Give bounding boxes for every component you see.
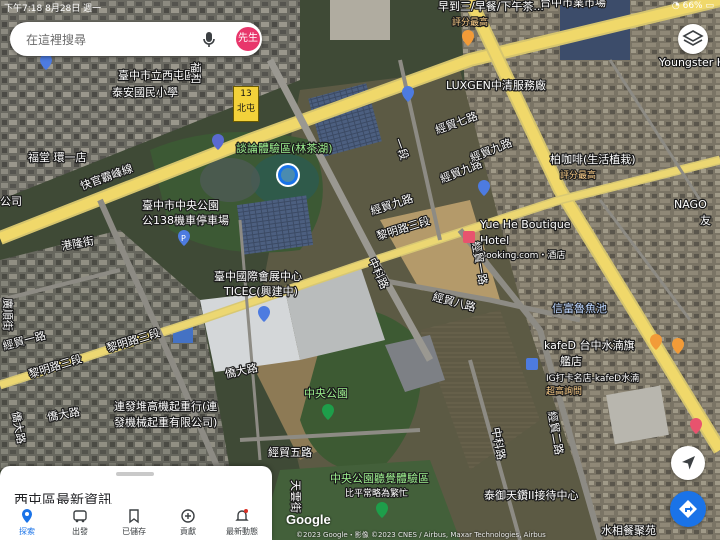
tab-saved[interactable]: 已儲存 bbox=[109, 508, 159, 537]
park-lake-pin[interactable] bbox=[276, 163, 300, 187]
label-luxgen[interactable]: LUXGEN中清服務廠 bbox=[445, 77, 547, 93]
label-company: 公司 bbox=[0, 195, 22, 208]
bell-icon bbox=[235, 509, 249, 521]
label-park-lake[interactable]: 談論體驗區(林茶湖) bbox=[235, 140, 334, 156]
tab-explore[interactable]: 探索 bbox=[2, 508, 52, 537]
add-circle-icon bbox=[181, 509, 195, 523]
tab-contribute-label: 貢獻 bbox=[180, 527, 196, 536]
label-district-office: 臺中市立西屯區 bbox=[118, 68, 195, 82]
tab-commute-label: 出發 bbox=[72, 527, 88, 536]
layers-icon bbox=[682, 30, 704, 46]
label-jingmao-5: 經貿五路 bbox=[268, 445, 312, 459]
label-nago-2: 友 bbox=[700, 213, 711, 227]
label-concert[interactable]: 中央公園聽覺體驗區 bbox=[329, 470, 430, 486]
avatar[interactable]: 先生 bbox=[236, 27, 260, 51]
label-kafed-3: IG打卡名店-kafeD水湳 bbox=[546, 372, 639, 384]
search-input[interactable]: 在這裡搜尋 bbox=[26, 31, 86, 48]
battery-percent: 66% bbox=[682, 1, 703, 11]
directions-button[interactable] bbox=[670, 491, 706, 527]
label-parking-1: 臺中市中央公園 bbox=[142, 198, 219, 212]
battery-icon: ▭ bbox=[705, 1, 714, 11]
label-morning-rating: 評分最高 bbox=[452, 16, 488, 28]
bookmark-icon bbox=[129, 509, 139, 524]
label-fuxing: 福和 bbox=[189, 62, 203, 84]
store-pin-icon[interactable] bbox=[526, 358, 538, 370]
tab-saved-label: 已儲存 bbox=[122, 527, 146, 536]
route-district: 北屯 bbox=[236, 104, 255, 114]
label-shuixiang[interactable]: 水相餐聚苑 bbox=[600, 522, 657, 538]
label-booking: Booking.com・酒店 bbox=[480, 249, 565, 261]
svg-text:P: P bbox=[181, 234, 186, 243]
label-kafed-2[interactable]: 艦店 bbox=[559, 353, 583, 369]
label-central-park[interactable]: 中央公園 bbox=[303, 386, 349, 401]
tab-updates-label: 最新動態 bbox=[226, 527, 258, 536]
tab-commute[interactable]: 出發 bbox=[55, 508, 105, 537]
navigation-arrow-icon bbox=[682, 456, 695, 470]
satellite-map[interactable]: 臺中市立西屯區 泰安國民小學 福堂 環一店 快官霸峰線 公司 談論體驗區(林茶湖… bbox=[0, 0, 720, 540]
label-hotel-2[interactable]: Hotel bbox=[479, 233, 511, 248]
label-coffee[interactable]: 柏咖啡(生活植栽) bbox=[549, 151, 637, 167]
label-renci: 天雲街 bbox=[289, 480, 303, 513]
label-hotel-1[interactable]: Yue He Boutique bbox=[478, 217, 572, 232]
label-expo[interactable]: 臺中國際會展中心 bbox=[213, 268, 303, 284]
status-time: 下午7:18 bbox=[4, 4, 43, 14]
tab-updates[interactable]: 最新動態 bbox=[217, 508, 267, 537]
sheet-drag-handle[interactable] bbox=[116, 472, 154, 476]
status-date: 8月28日 週一 bbox=[45, 4, 102, 14]
label-kafed-4: 超高詢問 bbox=[546, 385, 582, 397]
bottom-nav: 探索 出發 已儲存 貢獻 最新動態 bbox=[0, 504, 272, 540]
status-battery: ◔ 66% ▭ bbox=[672, 1, 714, 11]
route-number: 13 bbox=[240, 89, 252, 99]
label-guanglu-st: 廣順街 bbox=[1, 298, 15, 331]
tab-contribute[interactable]: 貢獻 bbox=[163, 508, 213, 537]
label-school: 泰安國民小學 bbox=[112, 85, 178, 99]
directions-icon bbox=[679, 500, 697, 518]
google-logo: Google bbox=[286, 512, 331, 527]
label-nago[interactable]: NAGO bbox=[673, 197, 708, 212]
status-bar: 下午7:18 8月28日 週一 ◔ 66% ▭ bbox=[0, 0, 720, 14]
wifi-icon: ◔ bbox=[671, 1, 680, 11]
label-lift-company-2[interactable]: 發機械起重有限公司) bbox=[113, 414, 219, 430]
label-parking-2: 公138機車停車場 bbox=[142, 213, 229, 227]
label-fukei: 福堂 環一店 bbox=[28, 150, 87, 164]
hotel-pin-icon[interactable] bbox=[463, 231, 475, 243]
label-youngster[interactable]: Youngster H bbox=[657, 55, 720, 70]
commute-icon bbox=[73, 510, 87, 523]
status-time-date: 下午7:18 8月28日 週一 bbox=[4, 1, 101, 14]
route-badge: 13 北屯 bbox=[233, 86, 259, 122]
my-location-button[interactable] bbox=[671, 446, 705, 480]
label-coffee-rating: 評分最高 bbox=[560, 169, 596, 181]
label-concert-busy: 比平常略為繁忙 bbox=[345, 487, 408, 499]
microphone-icon[interactable] bbox=[199, 29, 219, 49]
label-lift-company-1[interactable]: 連發堆高機起重行(連 bbox=[113, 398, 219, 414]
label-jiyu[interactable]: 信富魯魚池 bbox=[551, 300, 608, 316]
search-bar[interactable]: 在這裡搜尋 先生 bbox=[10, 22, 262, 56]
location-pin-icon bbox=[22, 509, 32, 523]
label-kafed[interactable]: kafeD 台中水湳旗 bbox=[543, 337, 636, 353]
label-ticec[interactable]: TICEC(興建中) bbox=[222, 283, 299, 299]
map-attribution[interactable]: ©2023 Google・影像 ©2023 CNES / Airbus, Max… bbox=[296, 530, 546, 540]
layers-button[interactable] bbox=[678, 24, 708, 54]
label-taiyu[interactable]: 泰御天鑽II接待中心 bbox=[483, 487, 580, 503]
tab-explore-label: 探索 bbox=[19, 527, 35, 536]
